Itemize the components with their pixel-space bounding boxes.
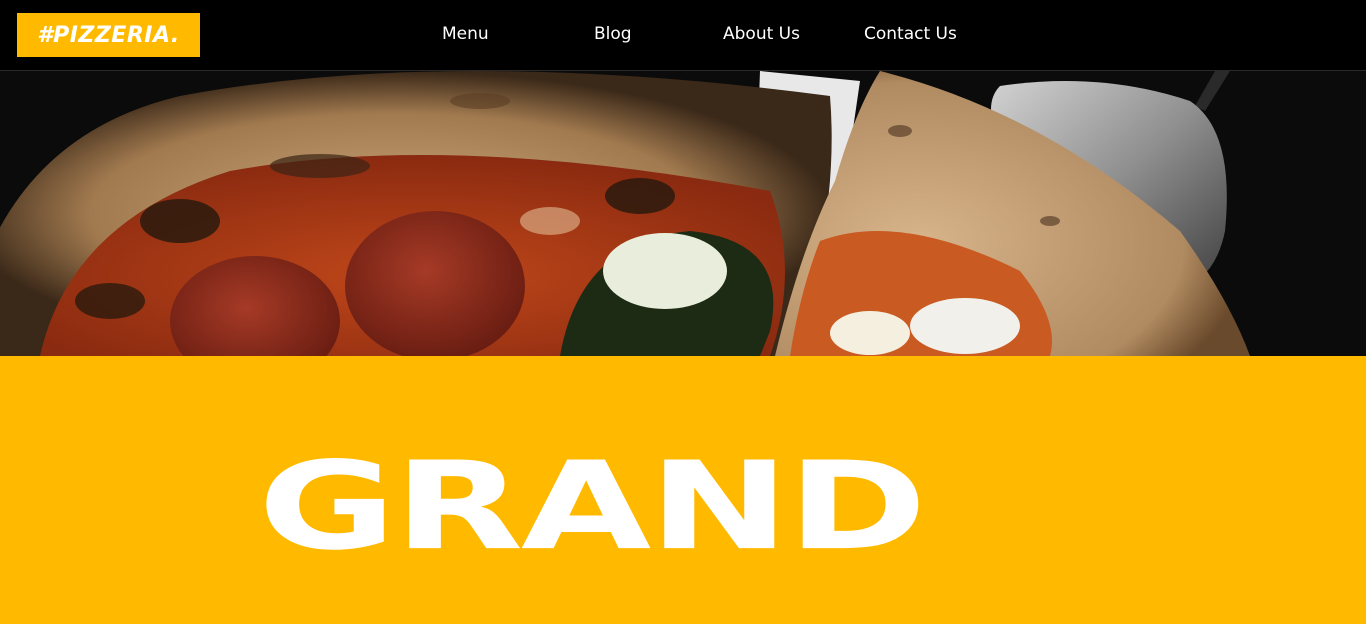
promo-section: GRAND [0, 356, 1366, 624]
nav-contact-us[interactable]: Contact Us [864, 24, 957, 44]
nav-about-us[interactable]: About Us [723, 24, 800, 44]
nav-blog[interactable]: Blog [594, 24, 632, 44]
logo[interactable]: #PIZZERIA. [17, 13, 200, 57]
pizza-photo [0, 71, 1366, 356]
nav-menu[interactable]: Menu [442, 24, 489, 44]
site-header: #PIZZERIA. Menu Blog About Us Contact Us [0, 0, 1366, 71]
page-title: GRAND [258, 435, 927, 578]
logo-text: #PIZZERIA. [37, 22, 180, 48]
hero-image [0, 71, 1366, 356]
